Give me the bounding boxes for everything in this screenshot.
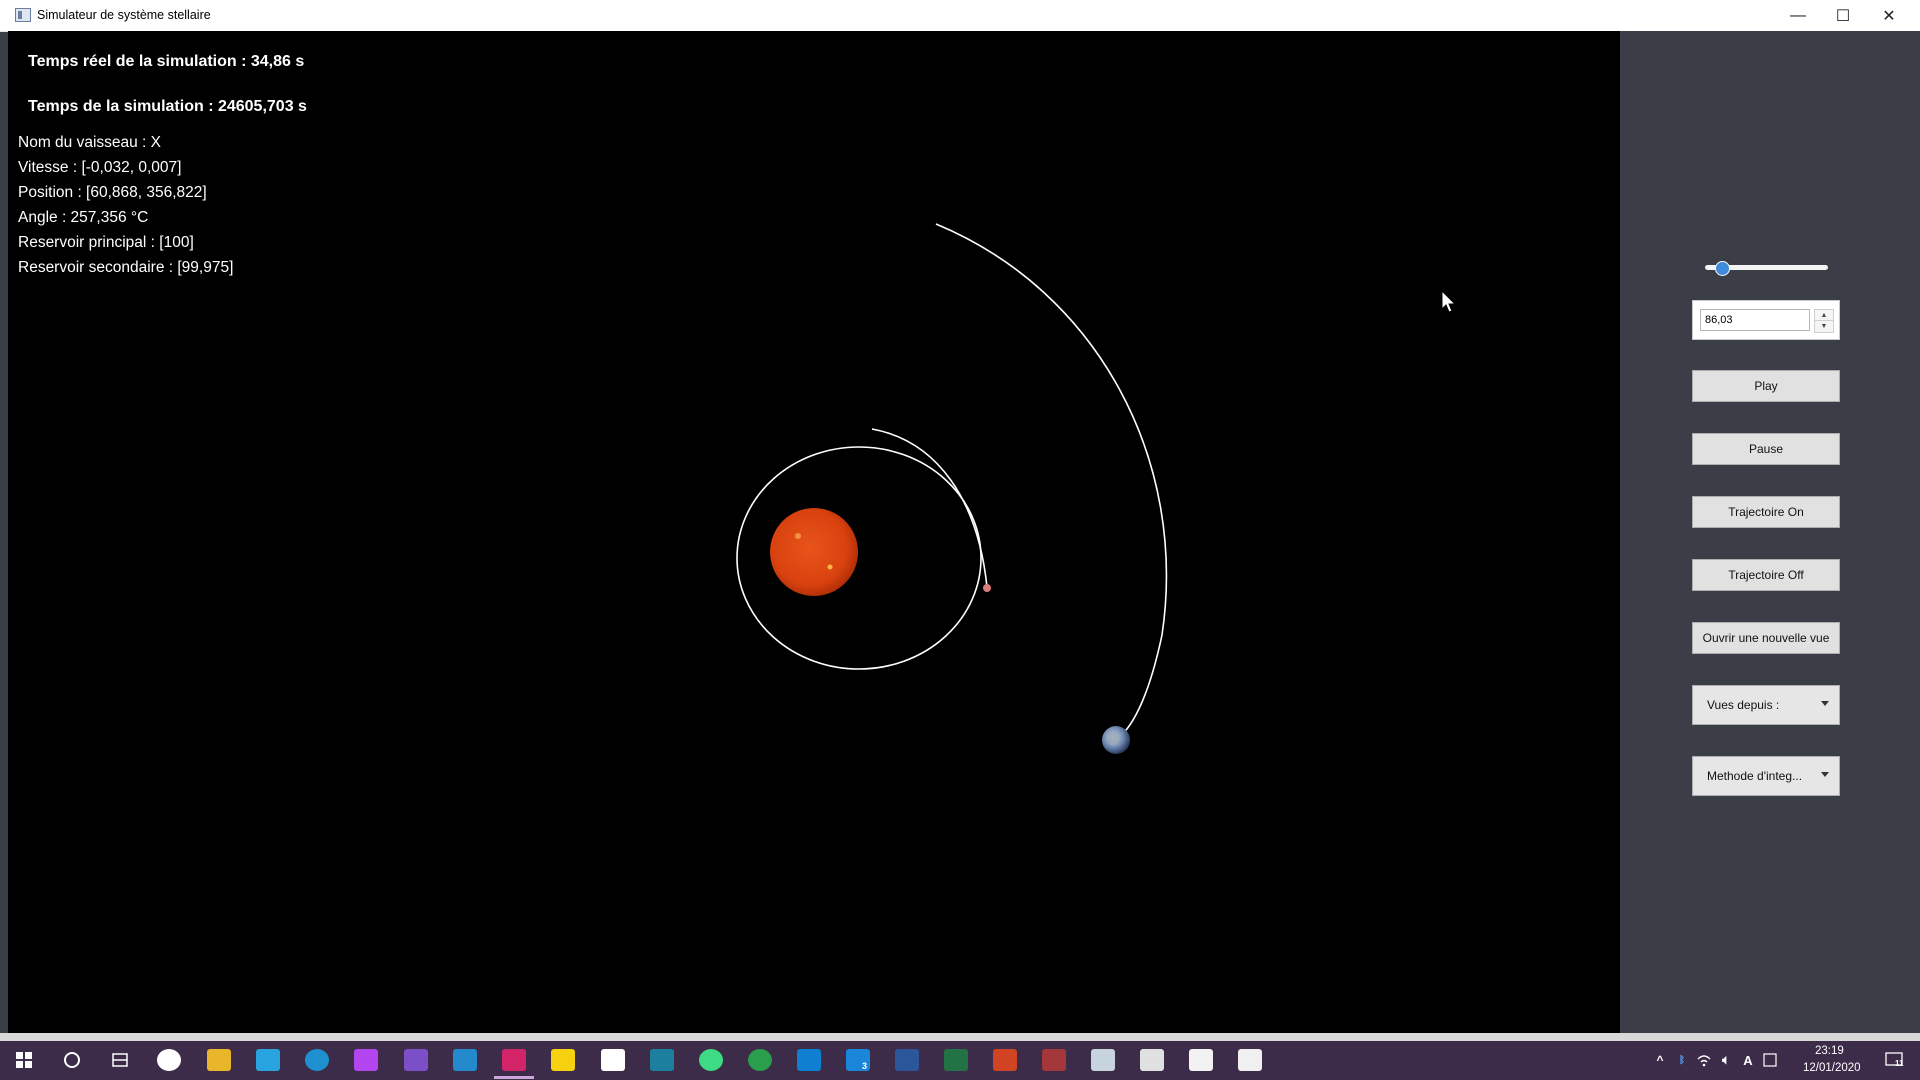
app-window-icon [15,8,31,22]
secondary-tank-label: Reservoir secondaire : [99,975] [18,259,234,276]
wifi-icon[interactable] [1692,1049,1716,1071]
window-title: Simulateur de système stellaire [37,8,211,22]
spinner-down-icon[interactable]: ▼ [1814,320,1834,333]
powerpoint-icon[interactable] [993,1049,1017,1071]
close-button[interactable]: ✕ [1866,0,1912,31]
notification-count: 11 [1895,1059,1904,1068]
speed-spinner: ▲ ▼ [1692,300,1840,340]
system-tray: ^ ᛒ 🔈︎ A 11 [1640,1041,1920,1080]
real-time-label: Temps réel de la simulation : 34,86 s [28,53,305,70]
ship-velocity-label: Vitesse : [-0,032, 0,007] [18,159,182,176]
mouse-cursor-icon [1441,290,1457,313]
terminal-app-icon[interactable] [650,1049,674,1071]
minimize-button[interactable]: — [1775,0,1821,31]
integration-method-dropdown[interactable]: Methode d'integ... [1692,756,1840,796]
ship-position-label: Position : [60,868, 356,822] [18,184,207,201]
trajectory-on-button[interactable]: Trajectoire On [1692,496,1840,528]
edge-can-icon[interactable] [305,1049,329,1071]
excel-icon[interactable] [944,1049,968,1071]
clock-date[interactable]: 12/01/2020 [1803,1062,1861,1074]
speed-value-input[interactable] [1700,309,1810,331]
display-app-icon[interactable] [1189,1049,1213,1071]
visual-studio-icon[interactable] [404,1049,428,1071]
sun-spot [795,533,801,539]
task-view-icon[interactable] [108,1049,132,1071]
pause-button[interactable]: Pause [1692,433,1840,465]
ship-name-label: Nom du vaisseau : X [18,134,162,151]
volume-icon[interactable]: 🔈︎ [1714,1049,1738,1071]
trajectory-off-button[interactable]: Trajectoire Off [1692,559,1840,591]
camera-app-icon[interactable] [601,1049,625,1071]
photo-app-icon[interactable] [1091,1049,1115,1071]
snipping-icon[interactable] [1140,1049,1164,1071]
earth-trajectory-arc [935,223,1168,740]
hs-app-icon[interactable] [748,1049,772,1071]
simulation-canvas[interactable]: Temps réel de la simulation : 34,86 s Te… [8,31,1620,1033]
main-tank-label: Reservoir principal : [100] [18,234,194,251]
ship-trajectory-inner [871,428,988,588]
taskbar-badge: 3 [862,1061,868,1071]
window-bottom-edge [0,1033,1920,1041]
language-icon[interactable]: A [1736,1049,1760,1071]
talk-app-icon[interactable] [551,1049,575,1071]
vscode-icon[interactable] [453,1049,477,1071]
intellij-icon[interactable] [502,1049,526,1071]
file-explorer-icon[interactable] [207,1049,231,1071]
space-view [736,223,1168,754]
notes-app-icon[interactable]: 3 [846,1049,870,1071]
store-app-icon[interactable] [797,1049,821,1071]
sun-body[interactable] [770,508,858,596]
sun-spot [827,564,833,570]
speed-slider-thumb[interactable] [1714,261,1730,276]
new-view-button[interactable]: Ouvrir une nouvelle vue [1692,622,1840,654]
integration-method-label: Methode d'integ... [1707,769,1803,783]
search-circle-icon[interactable] [60,1049,84,1071]
ship-angle-label: Angle : 257,356 °C [18,209,149,226]
small-planet[interactable] [983,584,991,592]
windows-start-icon[interactable] [12,1049,36,1071]
control-panel: ▲ ▼ Play Pause Trajectoire On Trajectoir… [1620,31,1920,1033]
window-title-bar: Simulateur de système stellaire — ☐ ✕ [0,0,1920,32]
steam-icon[interactable] [157,1049,181,1071]
ime-icon[interactable] [1758,1049,1782,1071]
chevron-down-icon [1821,772,1829,777]
maximize-button[interactable]: ☐ [1820,0,1866,31]
chevron-up-icon[interactable]: ^ [1648,1049,1672,1071]
access-icon[interactable] [1042,1049,1066,1071]
clock-time[interactable]: 23:19 [1815,1045,1844,1057]
bird-app-icon[interactable] [256,1049,280,1071]
phpstorm-icon[interactable] [354,1049,378,1071]
play-button[interactable]: Play [1692,370,1840,402]
views-from-dropdown[interactable]: Vues depuis : [1692,685,1840,725]
chevron-down-icon [1821,701,1829,706]
android-studio-icon[interactable] [699,1049,723,1071]
taskbar-active-indicator [494,1076,534,1079]
notification-icon[interactable]: 11 [1882,1049,1906,1071]
sim-time-label: Temps de la simulation : 24605,703 s [28,98,307,115]
windows-taskbar: 3 ^ ᛒ 🔈︎ A 11 23:19 12/01/2020 [0,1041,1920,1080]
java-app-icon[interactable] [1238,1049,1262,1071]
word-icon[interactable] [895,1049,919,1071]
views-from-label: Vues depuis : [1707,698,1780,712]
bluetooth-icon[interactable]: ᛒ [1670,1049,1694,1071]
